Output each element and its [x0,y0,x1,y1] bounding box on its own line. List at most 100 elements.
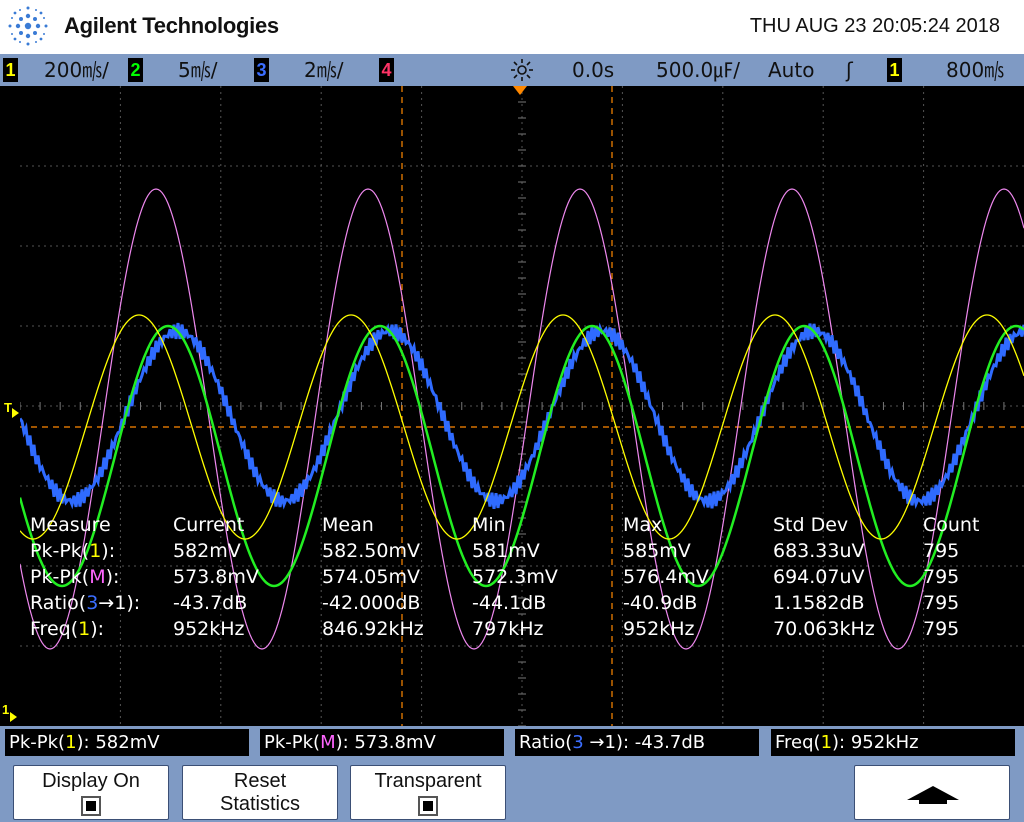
reset-statistics-softkey[interactable]: Reset Statistics [182,765,338,820]
stats-label-source: 1 [89,540,102,562]
stats-mean-cell: 582.50mV [322,540,420,562]
stats-row: Pk-Pk(1): 582mV 582.50mV 581mV 585mV 683.33uV… [30,540,1020,566]
stats-count-cell: 795 [923,540,960,562]
stats-std-cell: 70.063kHz [773,618,875,640]
trigger-slope-icon[interactable]: ʃ [846,58,853,82]
stats-current-cell: 952kHz [173,618,245,640]
channel-3-scale[interactable]: 2㎧/ [304,58,343,82]
settings-bar: 1 200㎧/ 2 5㎧/ 3 2㎧/ 4 0.0s 500.0㎌/ Auto … [0,54,1024,86]
stats-current-cell: 582mV [173,540,241,562]
stats-row: Ratio(3→1): -43.7dB -42.000dB -44.1dB -40.9d… [30,592,1020,618]
channel-3-badge[interactable]: 3 [254,58,269,82]
readout-label: Pk-Pk( [264,732,321,753]
readout-source-2: →1 [583,732,616,753]
stats-label-suffix: ): [126,592,141,614]
stats-mean-cell: 574.05mV [322,566,420,588]
stats-label-suffix: ): [105,566,120,588]
trigger-source-badge[interactable]: 1 [887,58,902,82]
channel-2-scale[interactable]: 5㎧/ [178,58,217,82]
stats-label-source: M [89,566,106,588]
stats-count-cell: 795 [923,618,960,640]
datetime-display: THU AUG 23 20:05:24 2018 [749,15,1000,37]
transparent-label: Transparent [374,770,482,792]
stats-label-prefix: Ratio( [30,592,87,614]
stats-std-cell: 683.33uV [773,540,865,562]
stats-max-cell: 576.4mV [623,566,709,588]
readout-source: 3 [572,732,584,753]
stats-label-source-2: →1 [98,592,127,614]
header-bar: Agilent Technologies THU AUG 23 20:05:24… [0,0,1024,54]
readout-source: 1 [65,732,77,753]
stats-row: Pk-Pk(M): 573.8mV 574.05mV 572.3mV 576.4mV 69… [30,566,1020,592]
stats-min-cell: 581mV [472,540,540,562]
agilent-spark-icon [8,6,48,46]
stats-max-cell: 952kHz [623,618,695,640]
stats-label-prefix: Pk-Pk( [30,566,90,588]
readout-source: M [320,732,336,753]
trigger-level-marker[interactable]: T [4,400,12,415]
softkey-bar: Display On Reset Statistics Transparent [0,760,1024,822]
readout-label: Pk-Pk( [9,732,66,753]
stats-label-suffix: ): [101,540,116,562]
stats-current-cell: -43.7dB [173,592,248,614]
channel-4-badge[interactable]: 4 [379,58,394,82]
ground-arrow-icon [10,712,17,722]
trigger-position-marker[interactable] [513,86,527,95]
stats-row-label: Pk-Pk(1): [30,540,115,562]
stats-mean-cell: -42.000dB [322,592,421,614]
trigger-mode[interactable]: Auto [768,58,814,82]
col-measure: Measure [30,514,111,536]
transparent-softkey[interactable]: Transparent [350,765,506,820]
display-on-checkbox[interactable] [81,796,101,816]
ground-marker[interactable]: 1 [2,702,9,717]
readout-ratio[interactable]: Ratio(3 →1): -43.7dB [515,729,759,756]
readout-freq[interactable]: Freq(1): 952kHz [771,729,1015,756]
channel-1-badge[interactable]: 1 [3,58,18,82]
stats-std-cell: 694.07uV [773,566,865,588]
readout-value: ): -43.7dB [615,732,706,753]
readout-pk-pk-1[interactable]: Pk-Pk(1): 582mV [5,729,249,756]
col-max: Max [623,514,663,536]
stats-std-cell: 1.1582dB [773,592,865,614]
stats-min-cell: 572.3mV [472,566,558,588]
trigger-level[interactable]: 800㎧ [946,58,1004,82]
timebase-value[interactable]: 500.0㎌/ [656,58,740,82]
up-arrow-icon [907,786,959,804]
readout-pk-pk-m[interactable]: Pk-Pk(M): 573.8mV [260,729,504,756]
stats-row: Freq(1): 952kHz 846.92kHz 797kHz 952kHz 70.06… [30,618,1020,644]
channel-2-badge[interactable]: 2 [128,58,143,82]
stats-label-suffix: ): [90,618,105,640]
stats-count-cell: 795 [923,592,960,614]
stats-mean-cell: 846.92kHz [322,618,424,640]
menu-up-softkey[interactable] [854,765,1010,820]
display-on-softkey[interactable]: Display On [13,765,169,820]
col-std-dev: Std Dev [773,514,849,536]
readout-source: 1 [820,732,833,753]
readout-label: Freq( [775,732,821,753]
stats-label-source: 3 [86,592,99,614]
brand-name: Agilent Technologies [64,13,279,38]
stats-min-cell: -44.1dB [472,592,547,614]
stats-row-label: Pk-Pk(M): [30,566,119,588]
stats-header-row: Measure Current Mean Min Max Std Dev Cou… [30,514,1020,540]
display-on-label: Display On [42,770,140,792]
col-min: Min [472,514,506,536]
measurement-readout-bar: Pk-Pk(1): 582mV Pk-Pk(M): 573.8mV Ratio(… [0,726,1024,760]
readout-value: ): 582mV [76,732,160,753]
run-status-icon[interactable] [508,58,536,82]
stats-count-cell: 795 [923,566,960,588]
stats-label-source: 1 [78,618,91,640]
reset-label-line1: Reset [233,770,287,792]
trigger-arrow-icon [12,408,19,418]
col-mean: Mean [322,514,374,536]
stats-max-cell: -40.9dB [623,592,698,614]
transparent-checkbox[interactable] [418,796,438,816]
reset-label-line2: Statistics [219,793,301,815]
delay-value[interactable]: 0.0s [572,58,614,82]
readout-value: ): 952kHz [832,732,919,753]
stats-row-label: Ratio(3→1): [30,592,140,614]
readout-value: ): 573.8mV [335,732,436,753]
stats-current-cell: 573.8mV [173,566,259,588]
channel-1-scale[interactable]: 200㎧/ [44,58,109,82]
col-count: Count [923,514,980,536]
